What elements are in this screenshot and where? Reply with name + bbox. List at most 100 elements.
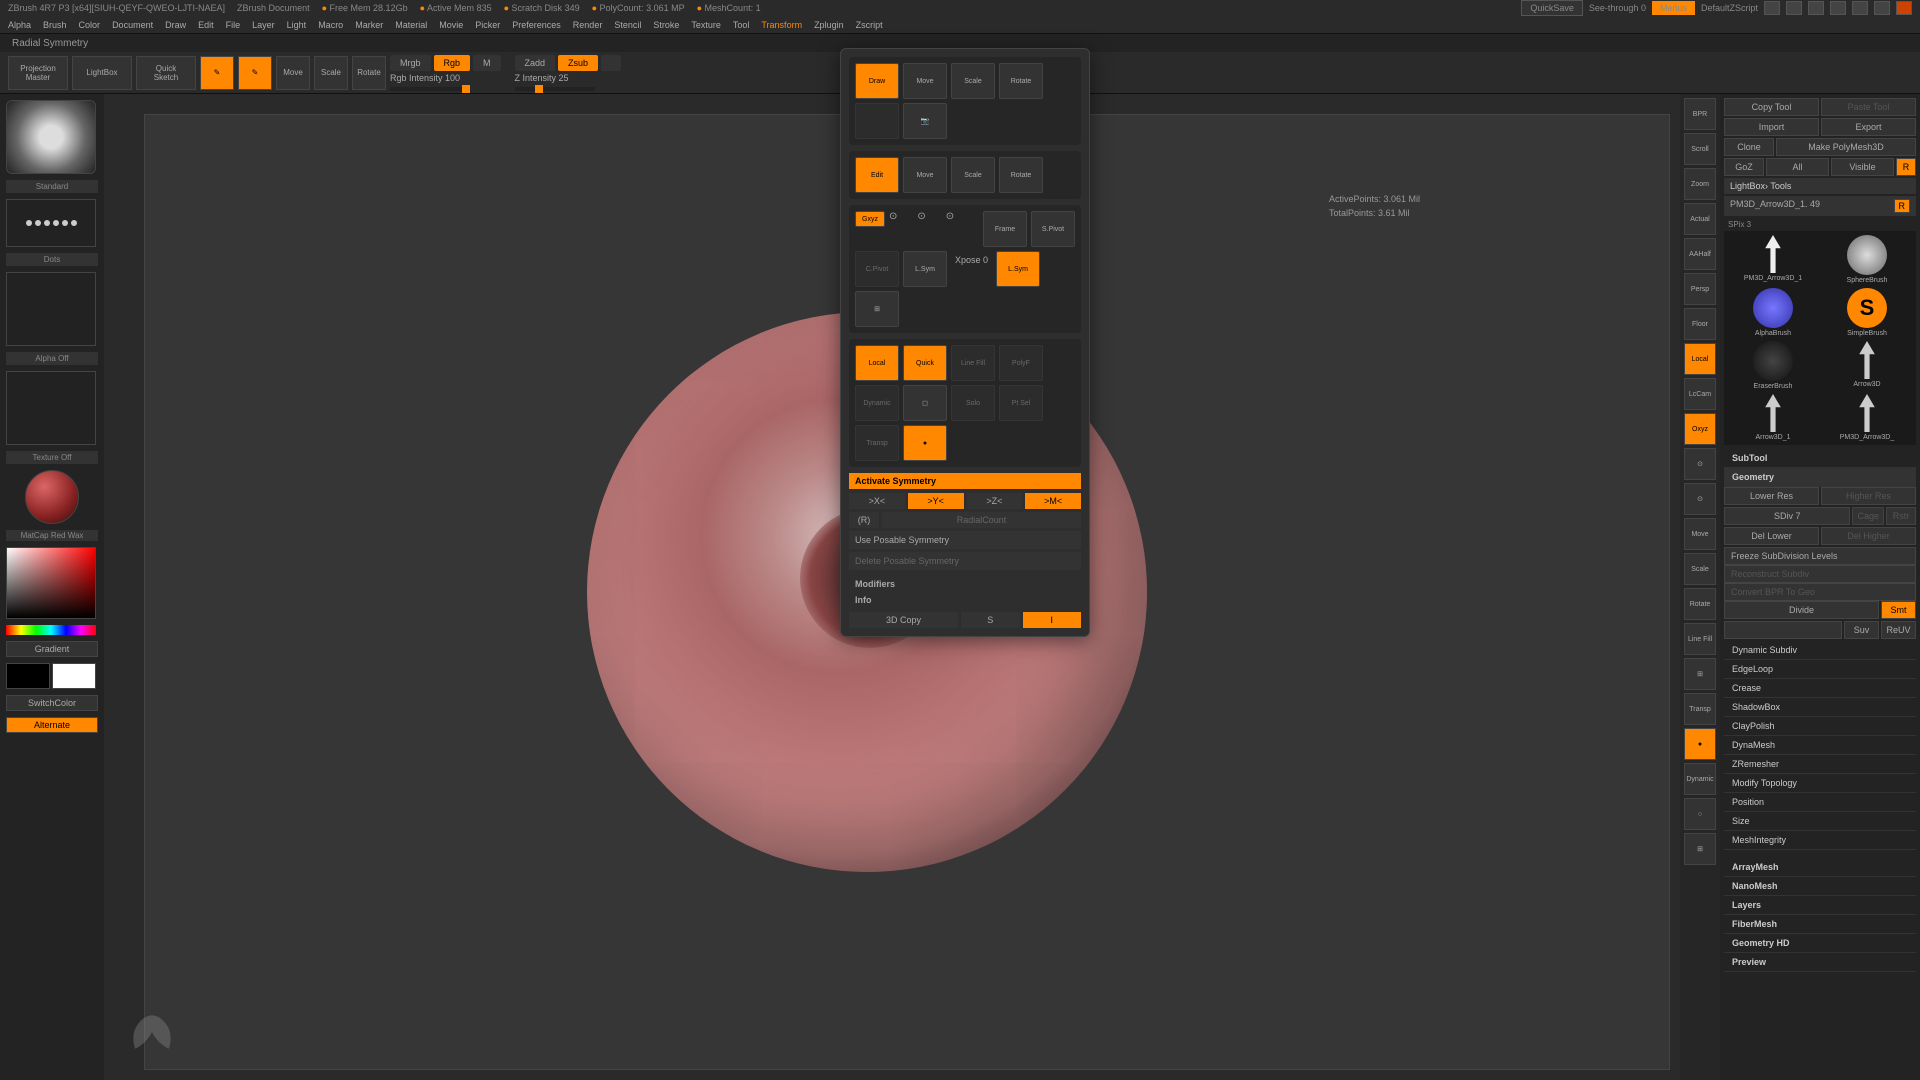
rgb-intensity-slider[interactable]: Rgb Intensity 100	[390, 73, 501, 83]
collapse-icon[interactable]	[1852, 1, 1868, 15]
divide-button[interactable]: Divide	[1724, 601, 1879, 619]
panel-transp-button[interactable]: Transp	[855, 425, 899, 461]
rt-grid-button[interactable]: ⊞	[1684, 833, 1716, 865]
sym-z-button[interactable]: >Z<	[967, 493, 1023, 509]
menus-button[interactable]: Menus	[1652, 1, 1695, 15]
use-posable-button[interactable]: Use Posable Symmetry	[849, 531, 1081, 549]
menu-stroke[interactable]: Stroke	[653, 20, 679, 30]
g3[interactable]: ⊙	[946, 211, 954, 247]
make-polymesh-button[interactable]: Make PolyMesh3D	[1776, 138, 1916, 156]
3dcopy-button[interactable]: 3D Copy	[849, 612, 958, 628]
sec-zremesher[interactable]: ZRemesher	[1724, 755, 1916, 774]
info-section[interactable]: Info	[849, 592, 1081, 608]
panel-lsym2-button[interactable]: L.Sym	[996, 251, 1040, 287]
help2-icon[interactable]	[1808, 1, 1824, 15]
grid2-button[interactable]: ⊙	[1684, 483, 1716, 515]
sec-dynamic-subdiv[interactable]: Dynamic Subdiv	[1724, 641, 1916, 660]
bpr-button[interactable]: BPR	[1684, 98, 1716, 130]
freeze-button[interactable]: Freeze SubDivision Levels	[1724, 547, 1916, 565]
persp-button[interactable]: Persp	[1684, 273, 1716, 305]
panel-local-button[interactable]: Local	[855, 345, 899, 381]
rotate-button[interactable]: Rotate	[352, 56, 386, 90]
visible-button[interactable]: Visible	[1831, 158, 1894, 176]
rgb-button[interactable]: Rgb	[434, 55, 471, 71]
sec-meshintegrity[interactable]: MeshIntegrity	[1724, 831, 1916, 850]
alternate-button[interactable]: Alternate	[6, 717, 98, 733]
z-intensity-slider[interactable]: Z Intensity 25	[515, 73, 622, 83]
lightbox-tools-header[interactable]: LightBox› Tools	[1724, 178, 1916, 194]
tool-item-2[interactable]: AlphaBrush	[1728, 288, 1818, 337]
alpha-thumbnail[interactable]	[6, 272, 96, 346]
panel-solo-button[interactable]: Solo	[951, 385, 995, 421]
scroll-button[interactable]: Scroll	[1684, 133, 1716, 165]
rt-solo-button[interactable]: ○	[1684, 798, 1716, 830]
stroke-thumbnail[interactable]	[6, 199, 96, 247]
sec-layers[interactable]: Layers	[1724, 896, 1916, 915]
panel-spivot-button[interactable]: S.Pivot	[1031, 211, 1075, 247]
oxyz-button[interactable]: Oxyz	[1684, 413, 1716, 445]
move-button[interactable]: Move	[276, 56, 310, 90]
modifiers-section[interactable]: Modifiers	[849, 576, 1081, 592]
menu-macro[interactable]: Macro	[318, 20, 343, 30]
xpose-slider[interactable]: Xpose 0	[951, 251, 992, 287]
home-icon[interactable]	[1764, 1, 1780, 15]
material-thumbnail[interactable]	[25, 470, 79, 524]
cage-button[interactable]: Cage	[1852, 507, 1884, 525]
menu-picker[interactable]: Picker	[475, 20, 500, 30]
tool-item-6[interactable]: Arrow3D_1	[1728, 394, 1818, 441]
menu-light[interactable]: Light	[287, 20, 307, 30]
sec-nanomesh[interactable]: NanoMesh	[1724, 877, 1916, 896]
switchcolor-button[interactable]: SwitchColor	[6, 695, 98, 711]
primary-color[interactable]	[52, 663, 96, 689]
rt-transp-button[interactable]: Transp	[1684, 693, 1716, 725]
geometry-section[interactable]: Geometry	[1724, 468, 1916, 487]
sym-m-button[interactable]: >M<	[1025, 493, 1081, 509]
panel-dynamic-button[interactable]: Dynamic	[855, 385, 899, 421]
panel-gxyz-button[interactable]: Gxyz	[855, 211, 885, 227]
menu-file[interactable]: File	[226, 20, 241, 30]
activate-symmetry-header[interactable]: Activate Symmetry	[849, 473, 1081, 489]
panel-edit-button[interactable]: Edit	[855, 157, 899, 193]
panel-quick-button[interactable]: Quick	[903, 345, 947, 381]
rstr-button[interactable]: Rstr	[1886, 507, 1916, 525]
rt-mat-button[interactable]: ●	[1684, 728, 1716, 760]
color-picker[interactable]	[6, 547, 96, 619]
panel-ptsel-button[interactable]: Pt Sel	[999, 385, 1043, 421]
zsub-button[interactable]: Zsub	[558, 55, 598, 71]
lower-res-button[interactable]: Lower Res	[1724, 487, 1819, 505]
menu-movie[interactable]: Movie	[439, 20, 463, 30]
sec-edgeloop[interactable]: EdgeLoop	[1724, 660, 1916, 679]
menu-tool[interactable]: Tool	[733, 20, 750, 30]
aahalf-button[interactable]: AAHalf	[1684, 238, 1716, 270]
projection-master-button[interactable]: Projection Master	[8, 56, 68, 90]
quicksketch-button[interactable]: Quick Sketch	[136, 56, 196, 90]
close-icon[interactable]	[1896, 1, 1912, 15]
rt-scale-button[interactable]: Scale	[1684, 553, 1716, 585]
copytool-button[interactable]: Copy Tool	[1724, 98, 1819, 116]
menu-preferences[interactable]: Preferences	[512, 20, 561, 30]
help-icon[interactable]	[1786, 1, 1802, 15]
sec-preview[interactable]: Preview	[1724, 953, 1916, 972]
max-icon[interactable]	[1874, 1, 1890, 15]
current-tool-field[interactable]: PM3D_Arrow3D_1. 49 R	[1724, 196, 1916, 216]
menu-alpha[interactable]: Alpha	[8, 20, 31, 30]
higher-res-button[interactable]: Higher Res	[1821, 487, 1916, 505]
scale-button[interactable]: Scale	[314, 56, 348, 90]
rt-polyf-button[interactable]: ⊞	[1684, 658, 1716, 690]
sym-r-button[interactable]: (R)	[849, 512, 879, 528]
min-icon[interactable]	[1830, 1, 1846, 15]
r-button[interactable]: R	[1896, 158, 1916, 176]
menu-stencil[interactable]: Stencil	[614, 20, 641, 30]
menu-material[interactable]: Material	[395, 20, 427, 30]
panel-move-button[interactable]: Move	[903, 63, 947, 99]
actual-button[interactable]: Actual	[1684, 203, 1716, 235]
menu-texture[interactable]: Texture	[691, 20, 721, 30]
sym-y-button[interactable]: >Y<	[908, 493, 964, 509]
panel-rotate-button[interactable]: Rotate	[999, 63, 1043, 99]
sec-shadowbox[interactable]: ShadowBox	[1724, 698, 1916, 717]
rt-dynamic-button[interactable]: Dynamic	[1684, 763, 1716, 795]
convert-button[interactable]: Convert BPR To Geo	[1724, 583, 1916, 601]
tool-item-1[interactable]: SphereBrush	[1822, 235, 1912, 284]
menu-render[interactable]: Render	[573, 20, 603, 30]
tool-item-7[interactable]: PM3D_Arrow3D_	[1822, 394, 1912, 441]
